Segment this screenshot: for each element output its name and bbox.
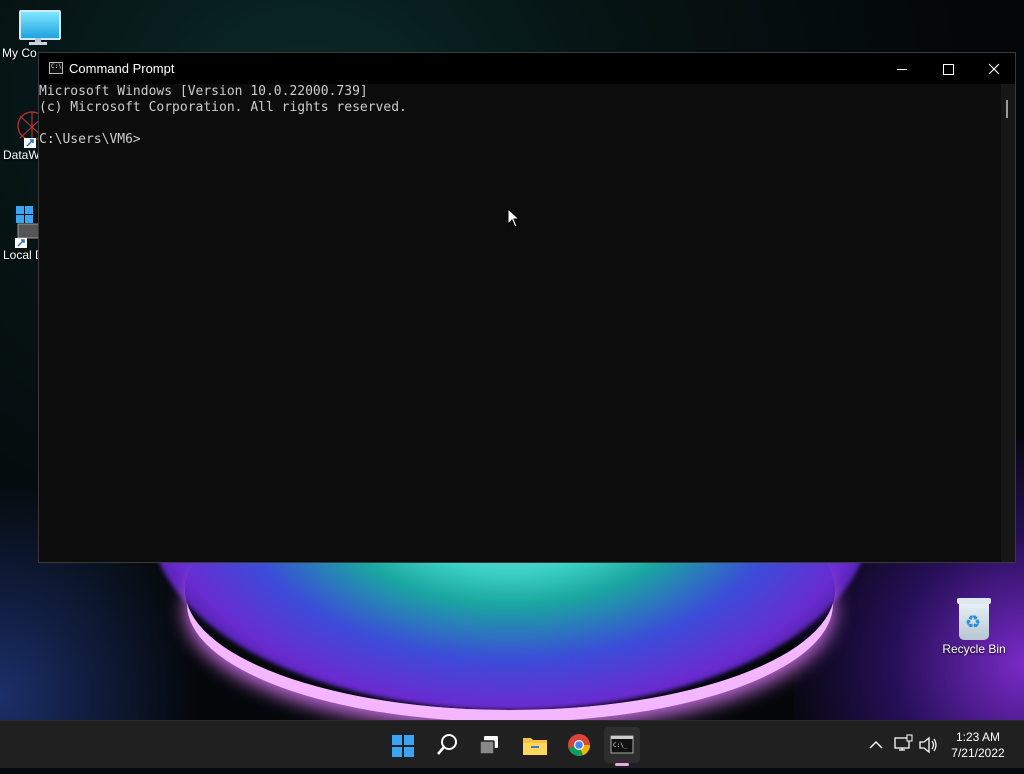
chevron-up-icon [869,740,883,749]
chrome-button[interactable] [561,727,597,763]
volume-button[interactable] [917,721,939,769]
command-prompt-taskbar-button[interactable]: C:\_ [604,727,640,766]
vertical-scrollbar[interactable] [1001,84,1015,562]
desktop-icon-label: Recycle Bin [942,642,1006,656]
command-prompt-icon: C:\_ [610,735,634,754]
minimize-icon [897,68,907,70]
recycle-bin-icon: ♻ [955,596,993,640]
clock-button[interactable]: 1:23 AM 7/21/2022 [938,729,1018,761]
task-view-icon [479,736,498,755]
clock-date: 7/21/2022 [951,746,1005,760]
start-button[interactable] [384,727,420,763]
active-app-indicator [615,763,629,766]
close-icon [988,63,1000,75]
clock-time: 1:23 AM [955,730,1001,744]
close-button[interactable] [971,53,1017,84]
svg-text:C:\_: C:\_ [613,742,628,749]
window-title: Command Prompt [69,61,175,76]
file-explorer-icon [523,738,547,755]
command-prompt-icon [49,62,63,74]
maximize-icon [942,63,954,75]
maximize-button[interactable] [925,53,971,84]
show-hidden-icons-button[interactable] [866,721,886,769]
desktop-icon-recycle-bin[interactable]: ♻ Recycle Bin [936,596,1012,656]
console-line: (c) Microsoft Corporation. All rights re… [39,100,407,115]
task-view-button[interactable] [473,727,509,763]
console-line: Microsoft Windows [Version 10.0.22000.73… [39,84,368,99]
speaker-icon [919,736,937,754]
network-button[interactable] [892,721,914,769]
windows-logo-icon [392,735,414,757]
minimize-button[interactable] [879,53,925,84]
search-button[interactable] [429,727,465,763]
chrome-icon [568,734,591,757]
command-prompt-window[interactable]: Command Prompt Microsoft Windows [Versio… [38,52,1016,563]
file-explorer-button[interactable] [517,727,553,763]
taskbar: C:\_ 1:23 AM 7/21/2022 [0,720,1024,768]
network-icon [894,734,913,751]
search-icon [437,734,457,755]
scrollbar-thumb[interactable] [1006,100,1008,118]
console-output[interactable]: Microsoft Windows [Version 10.0.22000.73… [39,84,1001,562]
console-prompt[interactable]: C:\Users\VM6> [39,132,1001,148]
monitor-icon [17,10,61,45]
title-bar[interactable]: Command Prompt [39,53,1015,84]
